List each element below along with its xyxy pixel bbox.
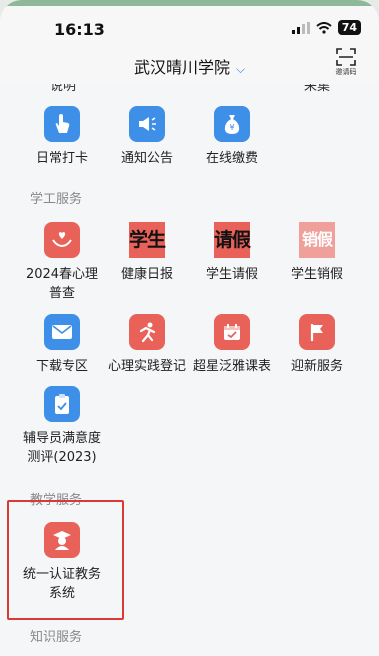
tap-hand-icon (44, 106, 80, 142)
tile-label: 日常打卡 (35, 151, 88, 166)
phone-screen: 16:13 74 武汉晴川学院 ⌵ 邀请码 说明 采集 日常打卡 通知公告 ¥ … (0, 0, 379, 656)
tile-notices[interactable]: 通知公告 (105, 106, 189, 168)
tile-label: 2024春心理普查 (25, 267, 99, 301)
tile-label: 心理实践登记 (107, 359, 186, 374)
money-bag-icon: ¥ (214, 106, 250, 142)
highlight-box (7, 500, 124, 620)
status-icons: 74 (291, 20, 361, 35)
tile-counselor-survey[interactable]: 辅导员满意度测评(2023) (20, 386, 104, 467)
running-person-icon (129, 314, 165, 350)
tile-label: 学生请假 (205, 267, 258, 282)
tile-freshman-service[interactable]: 迎新服务 (275, 314, 359, 376)
clipboard-icon (44, 386, 80, 422)
svg-text:¥: ¥ (229, 123, 234, 132)
tile-label: 在线缴费 (205, 151, 258, 166)
tile-label: 辅导员满意度测评(2023) (22, 431, 101, 465)
tile-chaoxing-timetable[interactable]: 超星泛雅课表 (190, 314, 274, 376)
section-title-knowledge: 知识服务 (30, 630, 83, 645)
wifi-icon (316, 21, 332, 34)
section-title-student-affairs: 学工服务 (30, 192, 83, 207)
tile-label: 学生销假 (290, 267, 343, 282)
app-header: 武汉晴川学院 ⌵ 邀请码 (0, 48, 379, 84)
tile-label: 超星泛雅课表 (192, 359, 271, 374)
megaphone-icon (129, 106, 165, 142)
tile-student-leave[interactable]: 请假 学生请假 (190, 222, 274, 284)
flag-icon (299, 314, 335, 350)
cancel-leave-text-icon: 销假 (299, 222, 335, 258)
tile-daily-checkin[interactable]: 日常打卡 (20, 106, 104, 168)
leave-text-icon: 请假 (214, 222, 251, 258)
tile-label: 下载专区 (35, 359, 88, 374)
status-time: 16:13 (54, 20, 105, 39)
tile-psych-practice[interactable]: 心理实践登记 (105, 314, 189, 376)
school-selector[interactable]: 武汉晴川学院 ⌵ (0, 54, 379, 78)
battery-icon: 74 (337, 20, 361, 35)
envelope-icon (44, 314, 80, 350)
tile-downloads[interactable]: 下载专区 (20, 314, 104, 376)
cut-off-row: 说明 采集 (0, 84, 379, 94)
chevron-down-icon: ⌵ (235, 62, 246, 76)
scan-icon (336, 48, 356, 66)
tile-label: 迎新服务 (290, 359, 343, 374)
heart-hands-icon (44, 222, 80, 258)
tile-cancel-leave[interactable]: 销假 学生销假 (275, 222, 359, 284)
tile-online-payment[interactable]: ¥ 在线缴费 (190, 106, 274, 168)
tile-label: 通知公告 (120, 151, 173, 166)
scan-label: 邀请码 (335, 68, 357, 76)
cut-label-left: 说明 (50, 84, 77, 94)
cut-label-right: 采集 (304, 84, 331, 94)
page-title: 武汉晴川学院 (133, 58, 230, 77)
student-text-icon: 学生 (129, 222, 166, 258)
tile-psych-survey[interactable]: 2024春心理普查 (20, 222, 104, 303)
cellular-signal-icon (291, 21, 310, 34)
calendar-icon (214, 314, 250, 350)
tile-health-report[interactable]: 学生 健康日报 (105, 222, 189, 284)
tile-label: 健康日报 (120, 267, 173, 282)
scan-button[interactable]: 邀请码 (331, 48, 361, 77)
status-bar: 16:13 74 (0, 6, 379, 50)
